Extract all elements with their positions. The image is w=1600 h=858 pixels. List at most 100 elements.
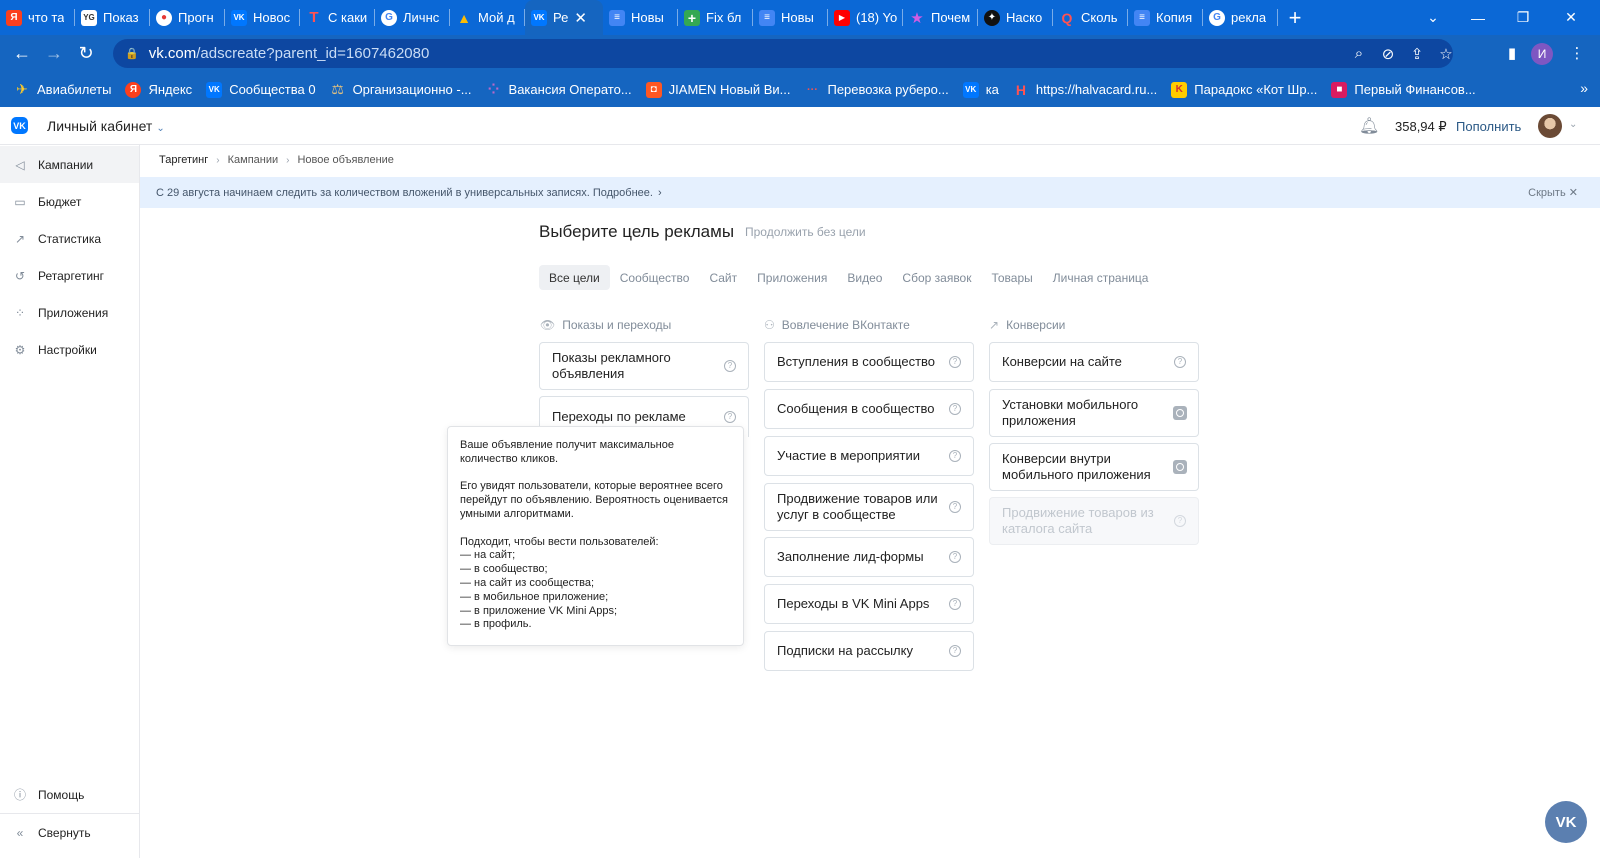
- dots-icon: ···: [806, 83, 818, 96]
- tab-community[interactable]: Сообщество: [610, 265, 700, 290]
- new-tab-button[interactable]: +: [1278, 5, 1312, 31]
- question-icon[interactable]: ?: [1174, 356, 1186, 368]
- sidebar-item-retargeting[interactable]: ↺ Ретаргетинг: [0, 257, 139, 294]
- browser-tab[interactable]: ▶ (18) Yo: [828, 0, 903, 35]
- browser-tab[interactable]: Ячто та: [0, 0, 75, 35]
- share-icon[interactable]: ⇪: [1408, 45, 1426, 63]
- sidebar-item-apps[interactable]: ⁘ Приложения: [0, 294, 139, 331]
- url-input[interactable]: 🔒 vk.com/adscreate?parent_id=1607462080 …: [113, 39, 1453, 68]
- goal-card-in-app-conversions[interactable]: Конверсии внутри мобильного приложения: [989, 443, 1199, 491]
- browser-tab[interactable]: ★ Почем: [903, 0, 978, 35]
- profile-avatar[interactable]: И: [1531, 43, 1553, 65]
- sidebar-item-budget[interactable]: ▭ Бюджет: [0, 183, 139, 220]
- lock-icon[interactable]: 🔒: [125, 47, 139, 60]
- browser-tab-active[interactable]: VK Ре ✕: [525, 0, 603, 35]
- browser-tab[interactable]: G Личнс: [375, 0, 450, 35]
- question-icon[interactable]: ?: [949, 551, 961, 563]
- sidepanel-icon[interactable]: ▮: [1503, 44, 1521, 62]
- close-icon[interactable]: ✕: [574, 9, 587, 27]
- bookmark[interactable]: Hhttps://halvacard.ru...: [1013, 82, 1157, 98]
- question-icon[interactable]: ?: [949, 598, 961, 610]
- bookmark[interactable]: ✈ Авиабилеты: [14, 81, 111, 98]
- question-icon[interactable]: ?: [949, 501, 961, 513]
- browser-tab[interactable]: ≡ Новы: [603, 0, 678, 35]
- tab-apps[interactable]: Приложения: [747, 265, 837, 290]
- goal-card-lead-form[interactable]: Заполнение лид-формы?: [764, 537, 974, 577]
- browser-tab[interactable]: ≡ Копия: [1128, 0, 1203, 35]
- bookmark[interactable]: VK Сообщества 0: [206, 81, 316, 98]
- bookmark[interactable]: VK ка: [962, 81, 999, 98]
- browser-tab[interactable]: Gрекла: [1203, 0, 1278, 35]
- cabinet-dropdown[interactable]: Личный кабинет ⌄: [47, 118, 165, 134]
- bell-icon[interactable]: 🔔︎: [1359, 116, 1379, 136]
- forward-icon[interactable]: →: [38, 43, 70, 64]
- browser-tab[interactable]: ✦ Наско: [978, 0, 1053, 35]
- browser-tab[interactable]: ≡ Новы: [753, 0, 828, 35]
- goal-card-product-promotion[interactable]: Продвижение товаров или услуг в сообщест…: [764, 483, 974, 531]
- browser-tab[interactable]: TС каки: [300, 0, 375, 35]
- question-icon[interactable]: ?: [949, 645, 961, 657]
- settings-icon[interactable]: [1173, 460, 1187, 474]
- goal-card-newsletter[interactable]: Подписки на рассылку?: [764, 631, 974, 671]
- sidebar-item-settings[interactable]: ⚙ Настройки: [0, 331, 139, 368]
- breadcrumb-item[interactable]: Кампании: [228, 154, 279, 166]
- vk-logo-icon[interactable]: VK: [11, 117, 28, 134]
- sidebar-item-collapse[interactable]: «Свернуть: [0, 814, 139, 851]
- tab-search-icon[interactable]: ⌄: [1410, 0, 1456, 35]
- bookmark[interactable]: ··· Перевозка руберо...: [804, 82, 949, 98]
- goal-card-community-joins[interactable]: Вступления в сообщество?: [764, 342, 974, 382]
- tab-personal-page[interactable]: Личная страница: [1043, 265, 1159, 290]
- question-icon[interactable]: ?: [724, 360, 736, 372]
- breadcrumb-item[interactable]: Таргетинг: [159, 154, 208, 166]
- window-close-icon[interactable]: ✕: [1548, 0, 1594, 35]
- question-icon[interactable]: ?: [949, 356, 961, 368]
- goal-card-impressions[interactable]: Показы рекламного объявления?: [539, 342, 749, 390]
- bookmark[interactable]: ■ Первый Финансов...: [1331, 81, 1476, 98]
- bookmark[interactable]: ◘ JIAMEN Новый Ви...: [645, 81, 790, 98]
- browser-tab[interactable]: YG Показ: [75, 0, 150, 35]
- bookmark[interactable]: Я Яндекс: [125, 81, 192, 98]
- restore-icon[interactable]: ❐: [1500, 0, 1546, 35]
- zoom-icon[interactable]: ⌕: [1350, 45, 1368, 62]
- tab-all-goals[interactable]: Все цели: [539, 265, 610, 290]
- menu-icon[interactable]: ⋮: [1568, 44, 1586, 62]
- bookmark[interactable]: ⚖ Организационно -...: [330, 81, 471, 98]
- question-icon[interactable]: ?: [949, 403, 961, 415]
- notice-text[interactable]: С 29 августа начинаем следить за количес…: [156, 187, 653, 199]
- bookmarks-more-button[interactable]: »: [1580, 80, 1588, 96]
- browser-tab[interactable]: Q Сколь: [1053, 0, 1128, 35]
- question-icon[interactable]: ?: [949, 450, 961, 462]
- bookmark[interactable]: ⁘ Вакансия Операто...: [486, 81, 632, 98]
- tab-leads[interactable]: Сбор заявок: [892, 265, 981, 290]
- browser-tab[interactable]: + Fix бл: [678, 0, 753, 35]
- goal-card-community-messages[interactable]: Сообщения в сообщество?: [764, 389, 974, 429]
- chevron-down-icon[interactable]: ⌄: [1569, 119, 1577, 130]
- settings-icon[interactable]: [1173, 406, 1187, 420]
- back-icon[interactable]: ←: [6, 43, 38, 64]
- question-icon[interactable]: ?: [724, 411, 736, 423]
- tab-products[interactable]: Товары: [981, 265, 1042, 290]
- avatar[interactable]: [1538, 114, 1562, 138]
- skip-goal-link[interactable]: Продолжить без цели: [745, 225, 866, 239]
- browser-tab[interactable]: ▲ Мой д: [450, 0, 525, 35]
- topup-link[interactable]: Пополнить: [1456, 119, 1521, 134]
- help-icon: ⓘ: [13, 788, 26, 802]
- tab-site[interactable]: Сайт: [699, 265, 747, 290]
- minimize-icon[interactable]: —: [1455, 0, 1501, 35]
- notice-hide-button[interactable]: Скрыть ✕: [1528, 186, 1578, 199]
- vk-chat-button[interactable]: VK: [1545, 801, 1587, 843]
- browser-tab[interactable]: ● Прогн: [150, 0, 225, 35]
- bookmark-star-icon[interactable]: ☆: [1437, 45, 1455, 63]
- reload-icon[interactable]: ↻: [70, 43, 102, 64]
- goal-card-site-conversions[interactable]: Конверсии на сайте?: [989, 342, 1199, 382]
- goal-card-mini-apps[interactable]: Переходы в VK Mini Apps?: [764, 584, 974, 624]
- sidebar-item-statistics[interactable]: ↗ Статистика: [0, 220, 139, 257]
- goal-card-app-installs[interactable]: Установки мобильного приложения: [989, 389, 1199, 437]
- browser-tab[interactable]: VK Новос: [225, 0, 300, 35]
- bookmark[interactable]: K Парадокс «Кот Шр...: [1171, 81, 1317, 98]
- hide-icon[interactable]: ⊘: [1379, 45, 1397, 63]
- goal-card-event-participation[interactable]: Участие в мероприятии?: [764, 436, 974, 476]
- tab-video[interactable]: Видео: [837, 265, 892, 290]
- sidebar-item-help[interactable]: ⓘ Помощь: [0, 776, 139, 813]
- sidebar-item-campaigns[interactable]: ◁ Кампании: [0, 146, 139, 183]
